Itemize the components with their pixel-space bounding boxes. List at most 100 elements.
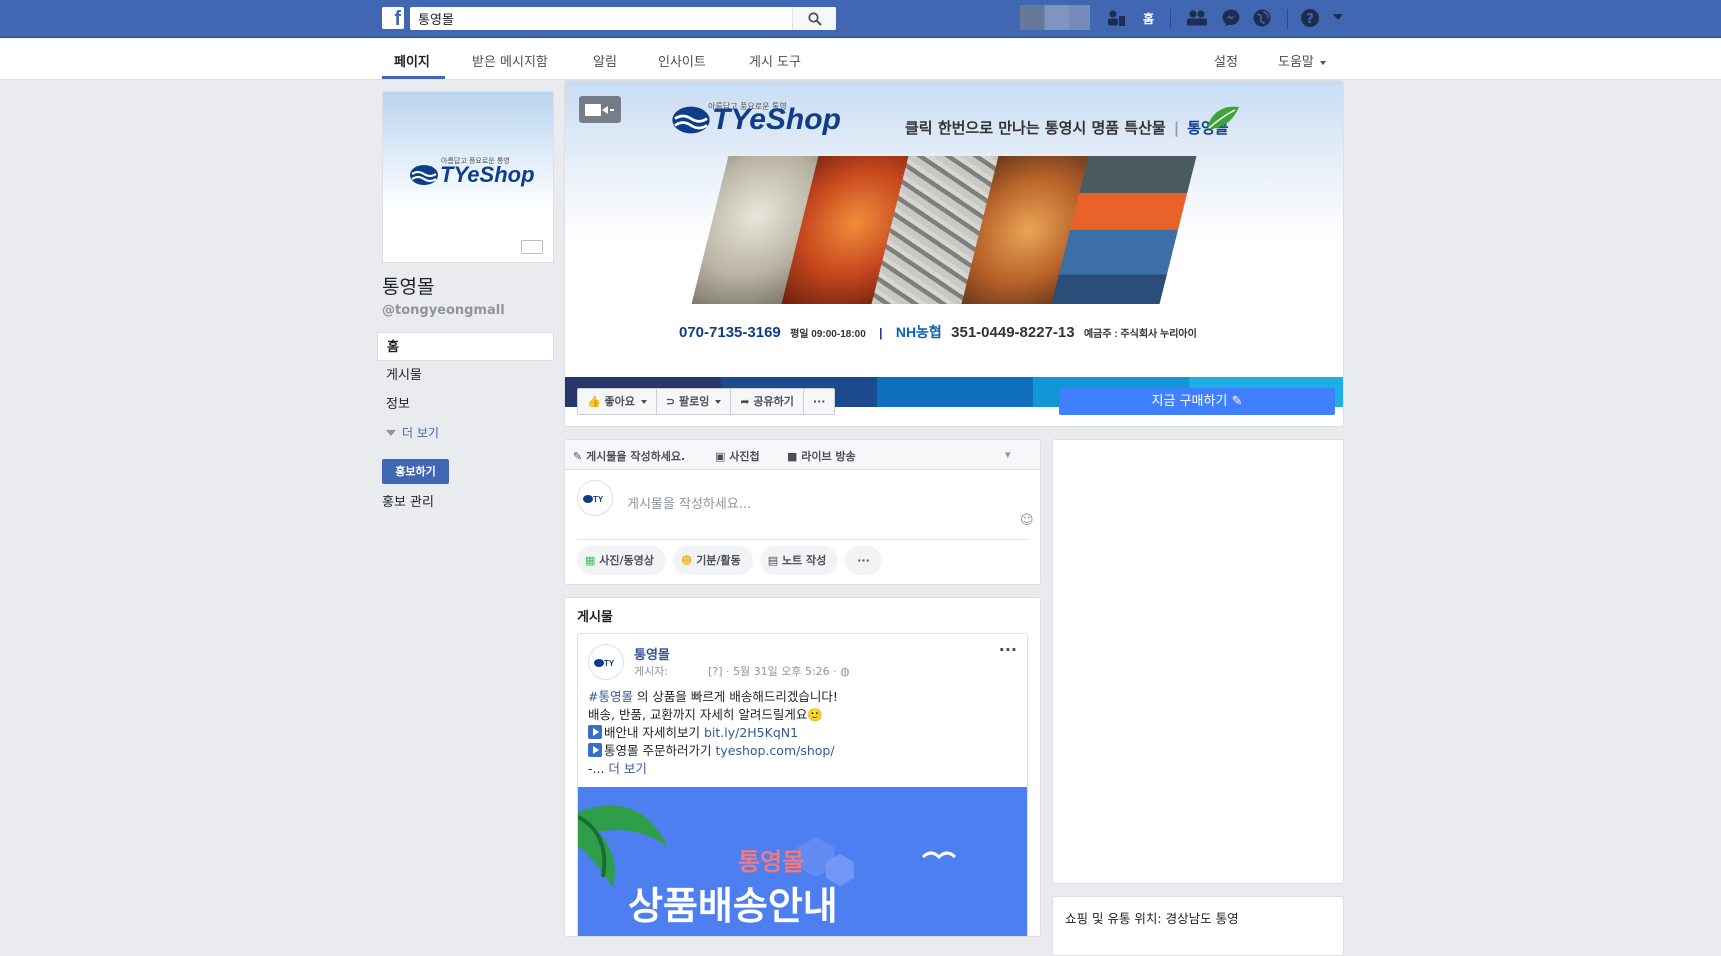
composer-input[interactable]: 게시물을 작성하세요... (627, 493, 751, 512)
write-note-label: 노트 작성 (781, 554, 827, 567)
facebook-logo-icon[interactable]: f (382, 7, 404, 29)
share-arrow-icon: ➦ (740, 395, 750, 408)
cover-photo[interactable]: 아름답고 풍요로운 통영 TYeShop 클릭 한번으로 만나는 통영시 명품 … (565, 81, 1343, 377)
right-column-box (1052, 439, 1344, 884)
post-options-icon[interactable]: ··· (999, 640, 1017, 659)
left-nav: 홈 게시물 정보 (377, 332, 554, 419)
post-hashtag[interactable]: #통영몰 (588, 689, 633, 704)
search-button[interactable] (792, 7, 836, 30)
account-menu-chevron-down-icon[interactable] (1333, 14, 1343, 21)
cover-tagline-text: 클릭 한번으로 만나는 통영시 명품 특산물 (905, 119, 1166, 137)
manage-promotions-link[interactable]: 홍보 관리 (382, 491, 434, 510)
cover-account: 351-0449-8227-13 (951, 324, 1075, 341)
post-avatar[interactable]: TY (588, 644, 624, 680)
posts-section: 게시물 TY 통영몰 게시자: [?] · 5월 31일 오후 5:26 · ◍ … (564, 597, 1041, 937)
leftnav-item-posts[interactable]: 게시물 (377, 361, 554, 390)
settings-link[interactable]: 설정 (1214, 51, 1238, 70)
page-title[interactable]: 통영몰 (382, 272, 434, 299)
post-meta: 게시자: [?] · 5월 31일 오후 5:26 · ◍ (634, 663, 850, 679)
share-button[interactable]: ➦ 공유하기 (731, 389, 804, 414)
follow-button[interactable]: ⊃ 팔로잉 (657, 389, 732, 414)
composer-tab-album-label: 사진첩 (729, 450, 760, 463)
chevron-down-icon (1319, 60, 1326, 65)
like-label: 좋아요 (604, 395, 635, 408)
messenger-icon[interactable] (1221, 8, 1241, 28)
follow-label: 팔로잉 (678, 395, 710, 408)
audience-selector[interactable]: ▾ (1005, 448, 1011, 461)
promote-button[interactable]: 홍보하기 (382, 459, 449, 484)
more-options-button[interactable]: ··· (804, 389, 835, 414)
help-icon[interactable]: ? (1300, 8, 1320, 28)
camera-icon[interactable] (521, 240, 543, 254)
svg-text:TY: TY (593, 495, 604, 504)
post-line3: 배안내 자세히보기 (604, 725, 704, 740)
share-label: 공유하기 (753, 395, 794, 408)
video-camera-icon[interactable] (579, 96, 621, 123)
leftnav-more-link[interactable]: 더 보기 (386, 424, 439, 441)
like-button[interactable]: 👍 좋아요 (578, 389, 657, 414)
composer-tab-album[interactable]: ▣ 사진첩 (715, 448, 760, 464)
post-image-title: 통영몰 (738, 848, 805, 876)
tab-insights[interactable]: 인사이트 (658, 51, 706, 70)
search-input[interactable] (410, 7, 790, 30)
play-button-icon (588, 725, 602, 739)
help-menu[interactable]: 도움말 (1278, 51, 1326, 70)
user-avatar[interactable] (1020, 5, 1090, 30)
pencil-icon: ✎ (1231, 394, 1243, 409)
note-icon: ▤ (767, 554, 779, 567)
cover-hours: 평일 09:00-18:00 (790, 329, 866, 340)
leftnav-item-home[interactable]: 홈 (377, 332, 554, 361)
globe-icon: ◍ (840, 665, 850, 678)
posts-section-title: 게시물 (577, 610, 613, 625)
top-bar: f 홈 ? (0, 0, 1721, 38)
composer-tab-post-label: 게시물을 작성하세요. (586, 450, 686, 463)
tab-page[interactable]: 페이지 (394, 51, 430, 70)
friends-icon[interactable] (1186, 8, 1208, 28)
emoji-icon[interactable]: ☺ (1020, 513, 1034, 528)
tab-notifications[interactable]: 알림 (593, 51, 617, 70)
product-photos (691, 156, 1197, 304)
buy-now-label: 지금 구매하기 (1151, 394, 1228, 409)
leftnav-item-about[interactable]: 정보 (377, 390, 554, 419)
tab-inbox[interactable]: 받은 메시지함 (472, 51, 548, 70)
post-image[interactable]: 통영몰 상품배송안내 (578, 787, 1027, 936)
write-note-button[interactable]: ▤ 노트 작성 (759, 546, 839, 575)
composer-tab-live-label: 라이브 방송 (801, 450, 856, 463)
post-see-more-link[interactable]: 더 보기 (608, 761, 646, 776)
help-menu-label: 도움말 (1278, 55, 1314, 70)
photo-video-button[interactable]: ▦ 사진/동영상 (577, 546, 666, 575)
post-link-shop[interactable]: tyeshop.com/shop/ (715, 743, 834, 758)
feeling-activity-label: 기분/활동 (696, 554, 741, 567)
post-line5: -... (588, 761, 605, 776)
divider (577, 539, 1030, 540)
photo-icon: ▦ (585, 554, 596, 567)
cover-wave-logo-icon (672, 106, 710, 134)
active-tab-indicator (382, 76, 445, 79)
profile-picture[interactable]: 아름답고 풍요로운 통영 TYeShop (382, 91, 554, 263)
smiley-icon: ☻ (680, 554, 693, 567)
stripe (877, 377, 1033, 407)
feeling-activity-button[interactable]: ☻ 기분/활동 (672, 546, 753, 575)
post-link-delivery[interactable]: bit.ly/2H5KqN1 (704, 725, 798, 740)
friend-requests-icon[interactable] (1106, 8, 1126, 28)
cover-card: 아름답고 풍요로운 통영 TYeShop 클릭 한번으로 만나는 통영시 명품 … (564, 80, 1344, 427)
composer-tab-post[interactable]: ✎ 게시물을 작성하세요. (573, 448, 685, 464)
notifications-globe-icon[interactable] (1252, 8, 1272, 28)
page-username[interactable]: @tongyeongmall (382, 303, 505, 318)
pencil-icon: ✎ (573, 450, 583, 463)
cover-tagline: 클릭 한번으로 만나는 통영시 명품 특산물|통영몰 (905, 117, 1229, 138)
post-timestamp[interactable]: [?] · 5월 31일 오후 5:26 · (708, 665, 837, 678)
home-link[interactable]: 홈 (1143, 10, 1154, 27)
search-icon (808, 12, 822, 26)
play-button-icon (588, 743, 602, 757)
composer-avatar: TY (577, 480, 613, 516)
chevron-down-icon (715, 400, 722, 404)
composer-tab-live[interactable]: ■ 라이브 방송 (787, 448, 856, 464)
composer-more-button[interactable]: ··· (845, 546, 882, 575)
thumbs-up-icon: 👍 (587, 395, 601, 408)
cover-bank: NH농협 (895, 324, 942, 340)
cover-logo-text: TYeShop (712, 103, 841, 136)
tab-publishing-tools[interactable]: 게시 도구 (749, 51, 801, 70)
post-author[interactable]: 통영몰 (634, 644, 670, 663)
buy-now-button[interactable]: 지금 구매하기 ✎ (1059, 388, 1335, 415)
